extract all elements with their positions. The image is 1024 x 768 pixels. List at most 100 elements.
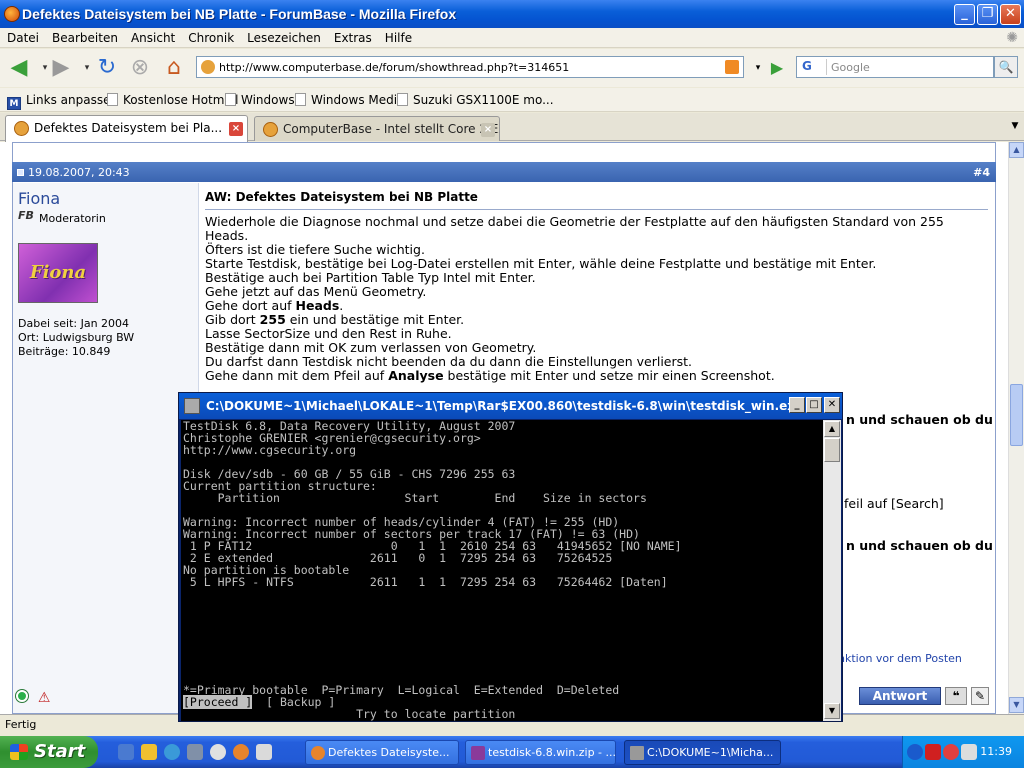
tray-network-icon[interactable] xyxy=(961,744,977,760)
emphasis-text: Analyse xyxy=(388,368,444,383)
console-scroll-down-icon[interactable]: ▼ xyxy=(824,703,840,719)
tab-close-icon[interactable]: × xyxy=(229,122,243,136)
edit-icon[interactable]: ✎ xyxy=(971,687,989,705)
quick-launch xyxy=(118,744,298,762)
post-line: Öfters ist die tiefere Suche wichtig. xyxy=(205,242,425,257)
tray-expand-icon[interactable] xyxy=(907,744,923,760)
bookmark-windows[interactable]: Windows xyxy=(225,93,295,107)
post-line: Gehe dort auf Heads. xyxy=(205,298,344,313)
home-icon[interactable]: ⌂ xyxy=(161,55,187,81)
navigation-toolbar: ◀ ▾ ▶ ▾ ↻ ⊗ ⌂ http://www.computerbase.de… xyxy=(0,49,1024,87)
report-icon[interactable]: ⚠ xyxy=(38,690,51,706)
close-button[interactable]: ✕ xyxy=(1000,4,1021,25)
emphasis-text: 255 xyxy=(259,312,286,327)
scroll-thumb[interactable] xyxy=(1010,384,1023,446)
console-title: C:\DOKUME~1\Michael\LOKALE~1\Temp\Rar$EX… xyxy=(206,399,804,413)
minimize-button[interactable]: _ xyxy=(954,4,975,25)
forward-icon[interactable]: ▶ xyxy=(48,55,74,81)
post-date: 19.08.2007, 20:43 xyxy=(28,166,130,179)
menu-extras[interactable]: Extras xyxy=(327,28,378,45)
search-icon[interactable]: 🔍 xyxy=(994,56,1018,78)
post-header: 19.08.2007, 20:43 #4 xyxy=(12,162,996,182)
url-text: http://www.computerbase.de/forum/showthr… xyxy=(219,61,570,74)
quicklaunch-folder-icon[interactable] xyxy=(141,744,157,760)
scroll-up-icon[interactable]: ▲ xyxy=(1009,142,1024,158)
post-line: Du darfst dann Testdisk nicht beenden da… xyxy=(205,354,693,369)
console-close-button[interactable]: ✕ xyxy=(824,397,840,413)
url-bar[interactable]: http://www.computerbase.de/forum/showthr… xyxy=(196,56,744,78)
post-status-icons: ⚠ xyxy=(16,690,50,706)
quicklaunch-window-icon[interactable] xyxy=(256,744,272,760)
quicklaunch-explorer-icon[interactable] xyxy=(118,744,134,760)
emphasis-text: Heads xyxy=(295,298,340,313)
footer-link[interactable]: nktion vor dem Posten xyxy=(838,652,962,665)
task-firefox[interactable]: Defektes Dateisyste... xyxy=(305,740,459,765)
menu-bearbeiten[interactable]: Bearbeiten xyxy=(45,28,124,45)
tray-antivirus-icon[interactable] xyxy=(925,744,941,760)
bookmark-links-anpassen[interactable]: M Links anpassen xyxy=(7,93,118,110)
menu-ansicht[interactable]: Ansicht xyxy=(124,28,181,45)
search-placeholder: Google xyxy=(831,61,870,74)
quicklaunch-ie-icon[interactable] xyxy=(164,744,180,760)
user-location: Ort: Ludwigsburg BW xyxy=(18,331,135,344)
task-firefox-icon xyxy=(311,746,325,760)
tab-defektes-dateisystem[interactable]: Defektes Dateisystem bei Pla... × xyxy=(5,115,248,142)
user-role: Moderatorin xyxy=(39,212,106,225)
console-output[interactable]: TestDisk 6.8, Data Recovery Utility, Aug… xyxy=(181,420,823,721)
search-engine-icon[interactable]: G xyxy=(799,59,827,75)
page-icon xyxy=(295,93,306,106)
page-scrollbar[interactable]: ▲ ▼ xyxy=(1008,142,1024,714)
post-line: Gehe dann mit dem Pfeil auf Analyse best… xyxy=(205,368,775,383)
menu-lesezeichen[interactable]: Lesezeichen xyxy=(240,28,327,45)
start-button[interactable]: Start xyxy=(0,736,98,768)
system-tray: 11:39 xyxy=(902,736,1024,768)
menu-datei[interactable]: Datei xyxy=(0,28,45,45)
quicklaunch-firefox-icon[interactable] xyxy=(233,744,249,760)
menu-hilfe[interactable]: Hilfe xyxy=(378,28,418,45)
tray-ati-icon[interactable] xyxy=(943,744,959,760)
reload-icon[interactable]: ↻ xyxy=(94,55,120,81)
bookmark-suzuki[interactable]: Suzuki GSX1100E mo... xyxy=(397,93,554,107)
bookmarks-toolbar: M Links anpassen Kostenlose Hotmail Windo… xyxy=(0,88,1024,112)
quote-icon[interactable]: ❝ xyxy=(945,687,967,705)
rss-feed-icon[interactable] xyxy=(725,60,739,74)
bookmark-windows-media[interactable]: Windows Media xyxy=(295,93,404,107)
search-input[interactable]: G Google xyxy=(796,56,994,78)
stop-icon[interactable]: ⊗ xyxy=(127,55,153,81)
task-winrar[interactable]: testdisk-6.8.win.zip - ... xyxy=(465,740,616,765)
console-scroll-thumb[interactable] xyxy=(824,438,840,462)
post-fragment-c: n und schauen ob du xyxy=(846,538,993,553)
post-fragment-b: feil auf [Search] xyxy=(844,496,944,511)
quicklaunch-cd-icon[interactable] xyxy=(210,744,226,760)
console-minimize-button[interactable]: _ xyxy=(789,397,805,413)
post-number[interactable]: #4 xyxy=(973,166,990,179)
tab-list-icon[interactable]: ▼ xyxy=(1006,113,1024,141)
menu-chronik[interactable]: Chronik xyxy=(181,28,240,45)
console-line: 5 L HPFS - NTFS 2611 1 1 7295 254 63 752… xyxy=(183,575,668,589)
post-fragment-a: n und schauen ob du xyxy=(846,412,993,427)
post-line: Bestätige auch bei Partition Table Typ I… xyxy=(205,270,536,285)
post-line: Heads. xyxy=(205,228,249,243)
task-console[interactable]: C:\DOKUME~1\Micha... xyxy=(624,740,781,765)
throbber-icon: ✺ xyxy=(1006,30,1018,46)
tab-close-icon[interactable]: × xyxy=(481,123,495,137)
tab-computerbase-intel[interactable]: ComputerBase - Intel stellt Core 2 Ext..… xyxy=(254,116,500,141)
console-scrollbar[interactable]: ▲ ▼ xyxy=(823,420,841,721)
maximize-button[interactable]: ❐ xyxy=(977,4,998,25)
user-since: Dabei seit: Jan 2004 xyxy=(18,317,130,330)
reply-button[interactable]: Antwort xyxy=(859,687,941,705)
scroll-down-icon[interactable]: ▼ xyxy=(1009,697,1024,713)
back-icon[interactable]: ◀ xyxy=(6,55,32,81)
tab-favicon-icon xyxy=(263,122,278,137)
status-text: Fertig xyxy=(5,718,37,731)
reply-toolbar: Antwort ❝ ✎ xyxy=(845,686,989,708)
username[interactable]: Fiona xyxy=(18,189,60,208)
go-icon[interactable]: ▶ xyxy=(764,55,790,81)
console-maximize-button[interactable]: □ xyxy=(806,397,822,413)
window-titlebar: Defektes Dateisystem bei NB Platte - For… xyxy=(0,0,1024,28)
console-scroll-up-icon[interactable]: ▲ xyxy=(824,421,840,437)
quicklaunch-media-icon[interactable] xyxy=(187,744,203,760)
console-hint: Try to locate partition xyxy=(183,707,516,721)
bookmark-hotmail[interactable]: Kostenlose Hotmail xyxy=(107,93,238,107)
tab-favicon-icon xyxy=(14,121,29,136)
